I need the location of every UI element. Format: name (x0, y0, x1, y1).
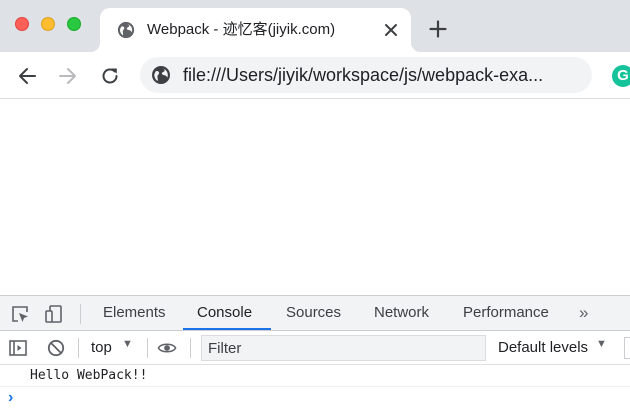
filter-field[interactable] (201, 335, 486, 361)
close-icon[interactable] (383, 22, 399, 38)
filter-input[interactable] (202, 336, 485, 360)
clear-console-icon[interactable] (46, 338, 66, 358)
device-toolbar-icon[interactable] (44, 304, 64, 324)
browser-toolbar: file:///Users/jiyik/workspace/js/webpack… (0, 52, 630, 99)
eye-icon[interactable] (157, 338, 177, 358)
minimize-window-button[interactable] (41, 17, 55, 31)
prompt-chevron-icon: › (8, 389, 14, 406)
toolbar-divider (78, 338, 79, 358)
page-viewport (0, 100, 630, 295)
chevron-down-icon[interactable]: ▼ (596, 338, 607, 350)
tab-title: Webpack - 迹忆客(jiyik.com) (147, 21, 336, 38)
address-bar[interactable]: file:///Users/jiyik/workspace/js/webpack… (140, 57, 592, 93)
console-log: Hello WebPack!! › (0, 365, 630, 409)
tab-performance[interactable]: Performance (463, 296, 549, 331)
active-tab-indicator (183, 328, 271, 330)
console-sidebar-icon[interactable] (8, 338, 28, 358)
toolbar-divider (147, 338, 148, 358)
close-window-button[interactable] (15, 17, 29, 31)
tab-sources[interactable]: Sources (286, 296, 341, 331)
arrow-right-icon[interactable] (57, 65, 79, 87)
context-selector[interactable]: top (91, 335, 112, 361)
console-prompt[interactable]: › (0, 387, 630, 409)
grammarly-extension-icon[interactable]: G (612, 65, 630, 87)
inspect-element-icon[interactable] (10, 304, 30, 324)
console-message: Hello WebPack!! (0, 365, 630, 387)
console-toolbar: top ▼ Default levels ▼ (0, 331, 630, 365)
plus-icon[interactable] (429, 20, 447, 38)
reload-icon[interactable] (99, 65, 121, 87)
devtools-panel: Elements Console Sources Network Perform… (0, 295, 630, 411)
tab-elements[interactable]: Elements (103, 296, 166, 331)
tab-strip: Webpack - 迹忆客(jiyik.com) (0, 0, 630, 52)
zoom-window-button[interactable] (67, 17, 81, 31)
devtools-tab-bar: Elements Console Sources Network Perform… (0, 296, 630, 331)
chevron-down-icon[interactable]: ▼ (122, 338, 133, 350)
settings-edge-control[interactable] (624, 337, 630, 359)
browser-tab-active[interactable]: Webpack - 迹忆客(jiyik.com) (90, 8, 421, 52)
console-message-text: Hello WebPack!! (30, 368, 148, 383)
tab-console[interactable]: Console (197, 296, 252, 331)
address-url: file:///Users/jiyik/workspace/js/webpack… (183, 65, 544, 85)
more-tabs-button[interactable]: » (579, 296, 588, 331)
arrow-left-icon[interactable] (16, 65, 38, 87)
toolbar-divider (80, 304, 81, 324)
globe-icon (117, 21, 135, 39)
globe-icon[interactable] (151, 65, 171, 85)
log-levels-dropdown[interactable]: Default levels (498, 335, 588, 361)
toolbar-divider (190, 338, 191, 358)
tab-network[interactable]: Network (374, 296, 429, 331)
